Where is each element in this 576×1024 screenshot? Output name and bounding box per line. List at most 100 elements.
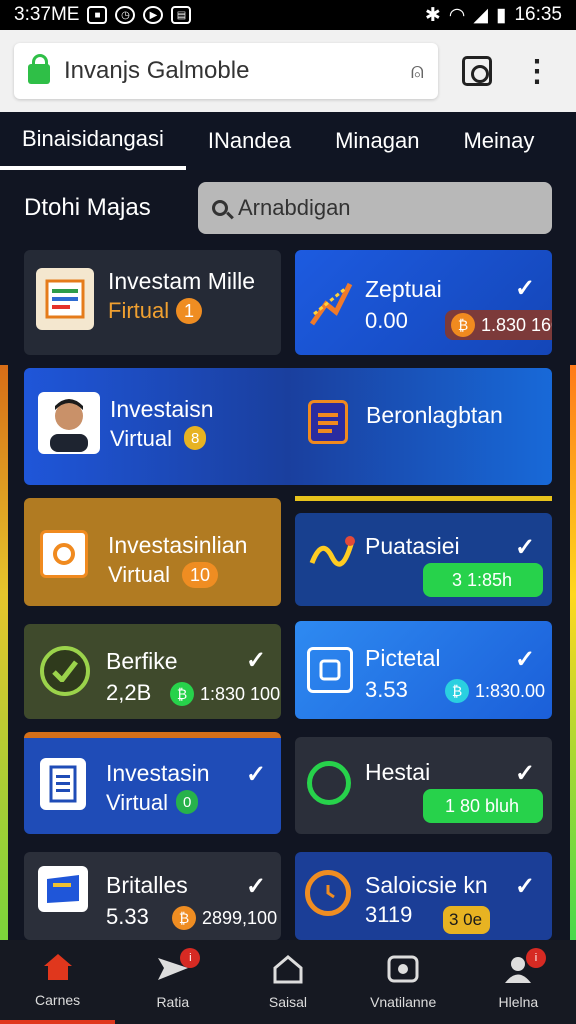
card-2-title: Zeptuai — [365, 276, 442, 302]
status-bar: 3:37ME ■ ◷ ▶ ▤ ✱ ◠ ◢ ▮ 16:35 — [0, 0, 576, 30]
card-3-badge: 8 — [184, 426, 207, 450]
card-2-pill-value: 1.830 160 — [481, 314, 552, 335]
investment-card-11[interactable]: Saloicsie kn 3119 ✓ 3 0e — [295, 852, 552, 940]
card-6-pill: ₿ 1:830 100 — [170, 680, 280, 708]
bottom-navigation: Carnes i Ratia Saisal Vnatilanne i Hleln… — [0, 940, 576, 1024]
check-icon: ✓ — [515, 646, 536, 673]
battery-icon: ▮ — [495, 4, 507, 26]
notification-icon: ■ — [87, 6, 108, 24]
investment-card-5[interactable]: Puatasiei ✓ 3 1:85h — [295, 513, 552, 606]
investment-card-8[interactable]: Investasin Virtual 0 ✓ — [24, 732, 281, 834]
coin-icon: ₿ — [172, 906, 196, 930]
card-7-title: Pictetal — [365, 645, 441, 671]
decorative-edge-right — [570, 365, 576, 940]
card-3-sub: Virtual — [110, 426, 172, 451]
card-10-title: Britalles — [106, 872, 188, 898]
nav-item-home[interactable]: Carnes — [0, 940, 116, 1024]
card-10-pill: ₿ 2899,100 — [172, 904, 277, 932]
nav-item-4[interactable]: Vnatilanne — [346, 940, 461, 1024]
card-1-title: Investam Mille — [108, 268, 255, 294]
bluetooth-icon: ✱ — [424, 4, 441, 26]
card-9-title: Hestai — [365, 759, 431, 785]
search-row: Dtohi Majas Arnabdigan — [24, 180, 554, 236]
investment-card-6[interactable]: Berfike 2,2B ✓ ₿ 1:830 100 — [24, 624, 281, 719]
card-7-pill-value: 1:830.00 — [475, 680, 546, 701]
nav-item-2[interactable]: i Ratia — [115, 940, 230, 1024]
play-icon: ▶ — [143, 6, 164, 24]
card-2-sub: 0.00 — [365, 308, 408, 333]
signal-icon: ◢ — [473, 4, 488, 26]
reader-mode-icon[interactable]: ⍝ — [411, 58, 424, 84]
card-2-pill: ₿ 1.830 160 — [445, 310, 552, 340]
nav-label: Ratia — [156, 994, 190, 1010]
tab-3[interactable]: Minagan — [313, 112, 441, 170]
card-6-pill-value: 1:830 100 — [200, 683, 281, 704]
card-5-pill: 3 1:85h — [423, 563, 543, 597]
investment-card-10[interactable]: Britalles 5.33 ✓ ₿ 2899,100 — [24, 852, 281, 940]
section-label: Dtohi Majas — [24, 194, 151, 221]
ticket-icon — [38, 866, 88, 912]
card-9-pill: 1 80 bluh — [423, 789, 543, 823]
card-8-sub: Virtual — [106, 790, 168, 815]
nav-label: Hlelna — [498, 994, 539, 1010]
card-11-sub: 3119 — [365, 902, 413, 927]
divider — [295, 496, 552, 501]
video-icon — [386, 954, 420, 984]
music-note-icon — [307, 531, 357, 571]
chart-icon — [305, 274, 355, 330]
document-icon — [308, 400, 348, 444]
nav-item-5[interactable]: i Hlelna — [461, 940, 576, 1024]
card-7-sub: 3.53 — [365, 677, 408, 702]
card-1-sub: Firtual — [108, 298, 170, 323]
card-5-title: Puatasiei — [365, 533, 460, 559]
coin-icon: ₿ — [170, 682, 194, 706]
url-bar[interactable]: Invanjs Galmoble ⍝ — [14, 43, 438, 99]
tab-4[interactable]: Meinay — [441, 112, 556, 170]
status-left-text: 3:37ME — [14, 4, 80, 25]
check-icon: ✓ — [246, 647, 267, 674]
clock-icon: ◷ — [115, 6, 136, 24]
search-input[interactable]: Arnabdigan — [198, 182, 552, 234]
card-10-sub: 5.33 — [106, 904, 149, 929]
card-10-pill-value: 2899,100 — [202, 907, 278, 928]
notification-badge: i — [180, 948, 201, 968]
card-8-badge: 0 — [176, 790, 199, 814]
check-icon: ✓ — [246, 873, 267, 900]
notification-badge: i — [525, 948, 546, 968]
card-6-sub: 2,2B — [106, 680, 152, 705]
card-6-title: Berfike — [106, 648, 178, 674]
decorative-edge-left — [0, 365, 8, 940]
tab-2[interactable]: INandea — [186, 112, 313, 170]
investment-card-2[interactable]: Zeptuai 0.00 ✓ ₿ 1.830 160 — [295, 250, 552, 355]
check-circle-icon — [40, 646, 90, 696]
check-icon: ✓ — [515, 534, 536, 561]
investment-card-9[interactable]: Hestai ✓ 1 80 bluh — [295, 737, 552, 834]
main-content: Dtohi Majas Arnabdigan Investam Mille Fi… — [0, 170, 576, 940]
more-menu-icon[interactable]: ⋮ — [522, 54, 552, 89]
tabs-button[interactable] — [462, 56, 492, 86]
card-1-badge: 1 — [176, 298, 203, 324]
home-icon — [41, 952, 75, 982]
investment-card-7[interactable]: Pictetal 3.53 ✓ ₿ 1:830.00 — [295, 621, 552, 719]
card-4-sub: Virtual — [108, 562, 170, 587]
nav-label: Vnatilanne — [370, 994, 437, 1010]
top-tab-bar: Binaisidangasi INandea Minagan Meinay — [0, 112, 576, 170]
check-icon: ✓ — [515, 275, 536, 302]
investment-card-wide[interactable]: Investaisn Virtual 8 Beronlagbtan — [24, 368, 552, 485]
search-icon — [212, 200, 228, 216]
investment-card-1[interactable]: Investam Mille Firtual 1 — [24, 250, 281, 355]
lock-icon — [28, 54, 50, 84]
status-time: 16:35 — [514, 4, 562, 25]
url-text: Invanjs Galmoble — [64, 57, 250, 84]
investment-card-4[interactable]: Investasinlian Virtual 10 — [24, 498, 281, 606]
check-icon: ✓ — [246, 761, 267, 788]
nav-label: Saisal — [268, 994, 308, 1010]
card-3-title: Investaisn — [110, 396, 214, 422]
tab-1[interactable]: Binaisidangasi — [0, 112, 186, 170]
nav-item-3[interactable]: Saisal — [230, 940, 345, 1024]
card-8-title: Investasin — [106, 760, 210, 786]
check-icon: ✓ — [515, 760, 536, 787]
chat-bubble-icon — [307, 761, 351, 805]
avatar — [38, 392, 100, 454]
clock-icon — [305, 870, 351, 916]
